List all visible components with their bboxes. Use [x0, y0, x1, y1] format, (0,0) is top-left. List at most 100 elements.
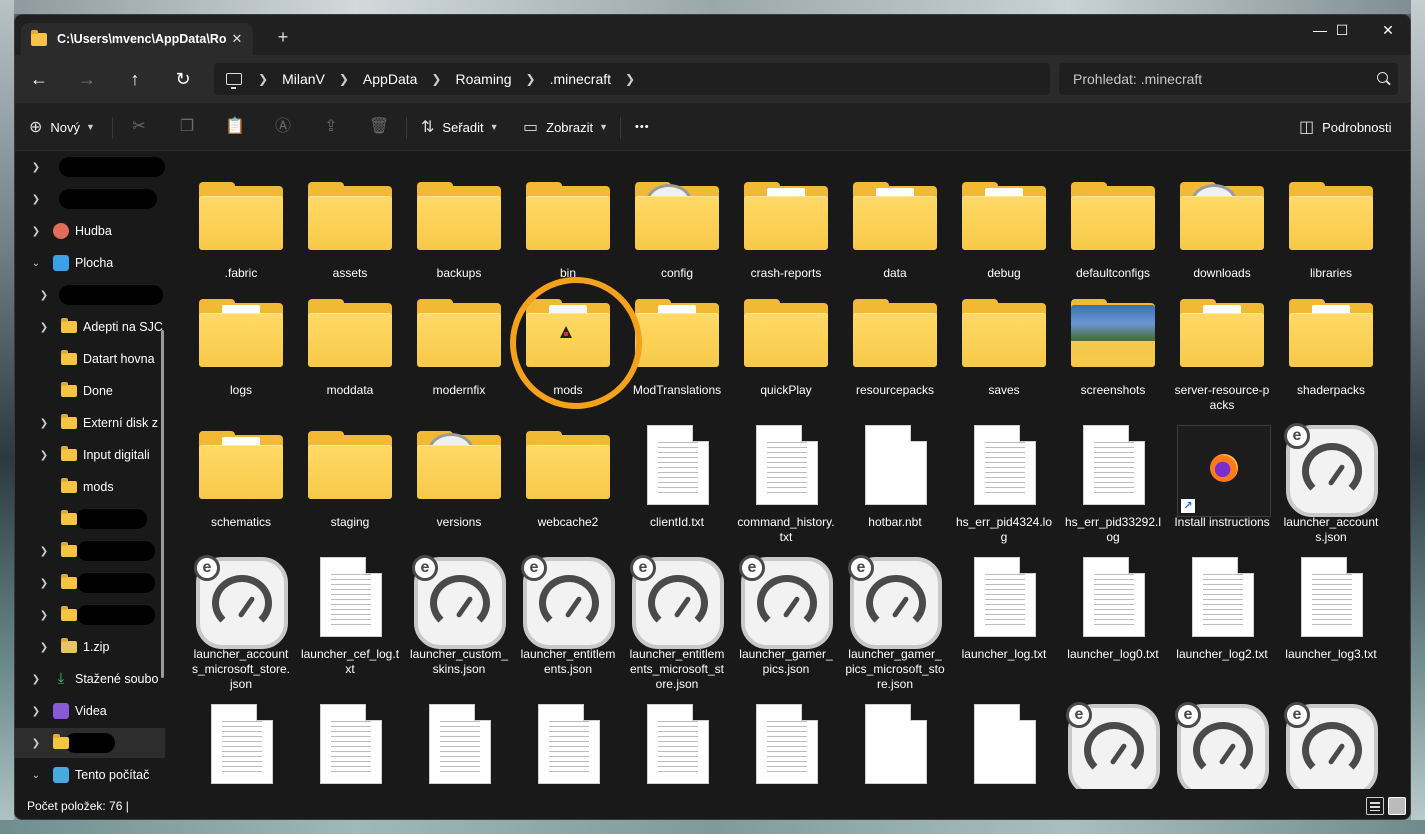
maximize-button[interactable]: ☐	[1319, 15, 1365, 45]
close-button[interactable]: ✕	[1365, 15, 1410, 45]
file-item[interactable]: launcher_log3.txt	[1279, 557, 1383, 662]
file-item[interactable]: command_history.txt	[734, 425, 838, 545]
file-item[interactable]: e launcher_accounts.json	[1279, 423, 1383, 545]
delete-icon[interactable]: 🗑	[369, 117, 389, 137]
folder-item[interactable]: downloads	[1170, 182, 1274, 281]
sidebar-item-redacted[interactable]: ❯	[15, 568, 165, 598]
chevron-down-icon[interactable]: ⌄	[29, 258, 43, 269]
sidebar-item-redacted[interactable]: ❯	[15, 280, 165, 310]
file-item[interactable]: hs_err_pid33292.log	[1061, 425, 1165, 545]
file-item[interactable]: launcher_msa_cr	[952, 704, 1056, 789]
folder-item[interactable]: staging	[298, 431, 402, 530]
file-item[interactable]: e launcher_custom_skins.json	[407, 555, 511, 677]
folder-item[interactable]: server-resource-packs	[1170, 299, 1274, 413]
sidebar-item-mods[interactable]: mods	[15, 472, 165, 502]
folder-item[interactable]: modernfix	[407, 299, 511, 398]
file-item[interactable]: e launcher_accounts_microsoft_store.json	[189, 555, 293, 692]
file-item[interactable]: elauncher_produc	[1061, 702, 1165, 789]
chevron-right-icon[interactable]: ❯	[37, 642, 51, 653]
chevron-right-icon[interactable]: ❯	[37, 322, 51, 333]
folder-item[interactable]: screenshots	[1061, 299, 1165, 398]
chevron-right-icon[interactable]: ❯	[37, 290, 51, 301]
sidebar-item-adepti[interactable]: ❯ Adepti na SJC	[15, 312, 165, 342]
forward-arrow-icon[interactable]: →	[75, 67, 99, 91]
sidebar-item-redacted[interactable]: ❯	[15, 600, 165, 630]
sidebar-item-input-digitali[interactable]: ❯ Input digitali	[15, 440, 165, 470]
more-options-button[interactable]: •••	[635, 115, 650, 139]
chevron-right-icon[interactable]: ❯	[37, 546, 51, 557]
sidebar-item-1zip[interactable]: ❯ 1.zip	[15, 632, 165, 662]
new-tab-button[interactable]: +	[275, 28, 291, 46]
file-item[interactable]: clientId.txt	[625, 425, 729, 530]
sidebar-scrollbar[interactable]	[161, 330, 164, 678]
chevron-right-icon[interactable]: ❯	[37, 418, 51, 429]
folder-item[interactable]: debug	[952, 182, 1056, 281]
file-item[interactable]: launcher_log.txt	[952, 557, 1056, 662]
file-item[interactable]: e launcher_gamer_pics_microsoft_store.jso…	[843, 555, 947, 692]
folder-item[interactable]: crash-reports	[734, 182, 838, 281]
sidebar-item-hudba[interactable]: ❯ Hudba	[15, 216, 165, 246]
file-item[interactable]: elauncher_produc	[1170, 702, 1274, 789]
file-item[interactable]: hs_err_pid4324.log	[952, 425, 1056, 545]
folder-item[interactable]: .fabric	[189, 182, 293, 281]
address-bar[interactable]: ❯ MilanV ❯ AppData ❯ Roaming ❯ .minecraf…	[214, 63, 1050, 95]
tab-minecraft[interactable]: C:\Users\mvenc\AppData\Roa ✕	[21, 23, 253, 55]
sidebar-item-redacted[interactable]: ❯	[15, 728, 165, 758]
back-arrow-icon[interactable]: ←	[27, 67, 51, 91]
file-item[interactable]: hotbar.nbt	[843, 425, 947, 530]
breadcrumb-appdata[interactable]: AppData	[363, 71, 417, 87]
chevron-right-icon[interactable]: ❯	[29, 162, 43, 173]
copy-icon[interactable]: ❐	[177, 117, 197, 137]
search-icon[interactable]	[1377, 72, 1388, 83]
file-item[interactable]: launcher_log7.txt	[516, 704, 620, 789]
folder-item[interactable]: versions	[407, 431, 511, 530]
tab-close-icon[interactable]: ✕	[229, 31, 245, 47]
folder-item[interactable]: moddata	[298, 299, 402, 398]
file-item[interactable]: launcher_log0.txt	[1061, 557, 1165, 662]
sidebar-item-redacted[interactable]: ❯	[15, 184, 165, 214]
file-item[interactable]: launcher_msa_cr	[843, 704, 947, 789]
sidebar-item-redacted[interactable]: ❯	[15, 536, 165, 566]
folder-item[interactable]: data	[843, 182, 947, 281]
folder-item[interactable]: libraries	[1279, 182, 1383, 281]
file-item[interactable]: e launcher_entitlements_microsoft_store.j…	[625, 555, 729, 692]
folder-item[interactable]: backups	[407, 182, 511, 281]
file-item[interactable]: ↗ Install instructions	[1170, 425, 1274, 530]
folder-item[interactable]: bin	[516, 182, 620, 281]
chevron-right-icon[interactable]: ❯	[37, 610, 51, 621]
up-arrow-icon[interactable]: ↑	[123, 67, 147, 91]
folder-item[interactable]: logs	[189, 299, 293, 398]
breadcrumb-minecraft[interactable]: .minecraft	[550, 71, 611, 87]
folder-item[interactable]: saves	[952, 299, 1056, 398]
folder-item[interactable]: resourcepacks	[843, 299, 947, 398]
file-item[interactable]: e launcher_entitlements.json	[516, 555, 620, 677]
file-item[interactable]: launcher_cef_log.txt	[298, 557, 402, 677]
folder-item[interactable]: quickPlay	[734, 299, 838, 398]
folder-item[interactable]: assets	[298, 182, 402, 281]
sidebar-item-stazene[interactable]: ❯ ⤓ Stažené soubo	[15, 664, 165, 694]
sidebar-item-redacted[interactable]	[15, 504, 165, 534]
breadcrumb-roaming[interactable]: Roaming	[455, 71, 511, 87]
folder-item[interactable]: shaderpacks	[1279, 299, 1383, 398]
search-input[interactable]	[1073, 71, 1363, 87]
chevron-right-icon[interactable]: ❯	[37, 578, 51, 589]
sidebar-item-redacted[interactable]: ❯	[15, 152, 165, 182]
cut-icon[interactable]: ✂	[129, 117, 149, 137]
sort-button[interactable]: ⇅ Seřadit ▼	[421, 115, 499, 139]
sidebar-item-tento-pocitac[interactable]: ⌄ Tento počítač	[15, 760, 165, 789]
file-item[interactable]: launcher_log9.txt	[734, 704, 838, 789]
share-icon[interactable]: ⇪	[321, 117, 341, 137]
sidebar-item-plocha[interactable]: ⌄ Plocha	[15, 248, 165, 278]
chevron-right-icon[interactable]: ❯	[29, 674, 43, 685]
details-view-button[interactable]	[1366, 797, 1384, 815]
view-button[interactable]: ▭ Zobrazit ▼	[523, 115, 608, 139]
chevron-right-icon[interactable]: ❯	[37, 450, 51, 461]
chevron-right-icon[interactable]: ❯	[29, 738, 43, 749]
file-item[interactable]: elauncher_profiles	[1279, 702, 1383, 789]
folder-item[interactable]: config	[625, 182, 729, 281]
folder-item[interactable]: schematics	[189, 431, 293, 530]
chevron-right-icon[interactable]: ❯	[29, 194, 43, 205]
paste-icon[interactable]: 📋	[225, 117, 245, 137]
chevron-down-icon[interactable]: ⌄	[29, 770, 43, 781]
rename-icon[interactable]: Ⓐ	[273, 117, 293, 137]
